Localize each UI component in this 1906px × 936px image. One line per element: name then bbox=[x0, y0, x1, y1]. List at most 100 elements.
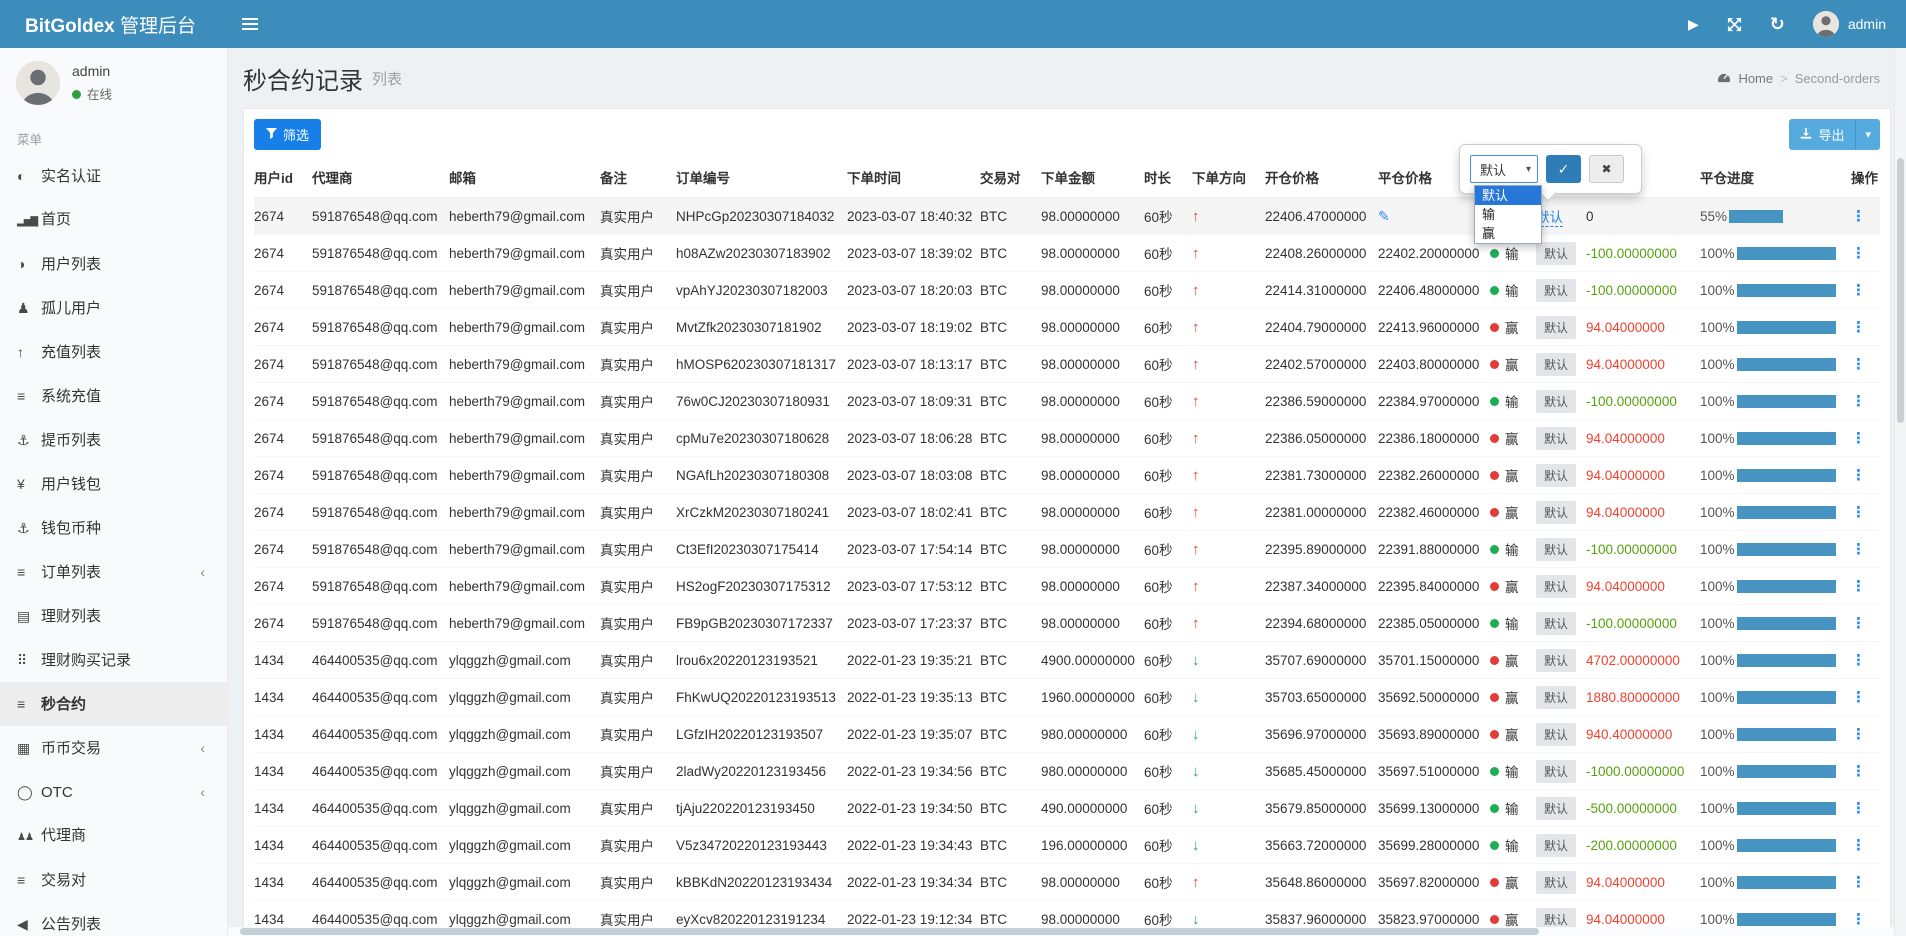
table-panel: 筛选 导出 ▾ 用户id代理商邮箱备注订单编号下单时间交易对下单金额时长下单方向… bbox=[243, 108, 1891, 936]
sidebar-item-system-recharge[interactable]: ≡系统充值 bbox=[0, 374, 227, 418]
row-actions-icon[interactable]: ⋮ bbox=[1851, 208, 1866, 225]
sidebar-item-finance-purchases[interactable]: ⠿理财购买记录 bbox=[0, 638, 227, 682]
row-actions-icon[interactable]: ⋮ bbox=[1851, 800, 1866, 817]
lose-dot-icon bbox=[1490, 249, 1499, 258]
row-actions-icon[interactable]: ⋮ bbox=[1851, 245, 1866, 262]
cell-email: heberth79@gmail.com bbox=[449, 568, 600, 605]
cell-profit: 94.04000000 bbox=[1586, 568, 1700, 605]
table-row: 2674591876548@qq.comheberth79@gmail.com真… bbox=[254, 309, 1880, 346]
row-actions-icon[interactable]: ⋮ bbox=[1851, 578, 1866, 595]
row-actions-icon[interactable]: ⋮ bbox=[1851, 911, 1866, 928]
edit-pencil-icon[interactable]: ✎ bbox=[1378, 208, 1390, 224]
cell-direction: ↑ bbox=[1192, 420, 1265, 457]
result-label: 赢 bbox=[1505, 358, 1519, 373]
row-actions-icon[interactable]: ⋮ bbox=[1851, 874, 1866, 891]
cell-amount: 98.00000000 bbox=[1041, 346, 1144, 383]
cancel-button[interactable]: ✖ bbox=[1589, 155, 1624, 183]
breadcrumb: Home > Second-orders bbox=[1717, 71, 1880, 86]
cell-action: ⋮ bbox=[1851, 531, 1880, 568]
cell-user-id: 2674 bbox=[254, 272, 312, 309]
user-menu[interactable]: admin bbox=[1813, 11, 1886, 37]
sidebar-item-order-list[interactable]: ≡订单列表‹ bbox=[0, 550, 227, 594]
app-logo[interactable]: BitGoldex 管理后台 bbox=[0, 11, 228, 38]
sidebar-item-user-wallet[interactable]: ¥用户钱包 bbox=[0, 462, 227, 506]
brand-bold: BitGoldex bbox=[25, 16, 115, 37]
row-actions-icon[interactable]: ⋮ bbox=[1851, 430, 1866, 447]
sidebar-item-recharge-list[interactable]: ↑充值列表 bbox=[0, 330, 227, 374]
row-actions-icon[interactable]: ⋮ bbox=[1851, 763, 1866, 780]
row-actions-icon[interactable]: ⋮ bbox=[1851, 319, 1866, 336]
cell-amount: 98.00000000 bbox=[1041, 531, 1144, 568]
filter-button[interactable]: 筛选 bbox=[254, 119, 321, 150]
sidebar-item-coin-trade[interactable]: ▦币币交易‹ bbox=[0, 726, 227, 770]
sidebar-item-agents[interactable]: ♟♟代理商 bbox=[0, 814, 227, 858]
row-actions-icon[interactable]: ⋮ bbox=[1851, 504, 1866, 521]
profit-value: 94.04000000 bbox=[1586, 505, 1665, 520]
cell-pair: BTC bbox=[980, 864, 1041, 901]
row-actions-icon[interactable]: ⋮ bbox=[1851, 541, 1866, 558]
profit-value: -100.00000000 bbox=[1586, 616, 1677, 631]
cell-note: 真实用户 bbox=[600, 679, 676, 716]
sidebar-item-second-contract[interactable]: ≡秒合约 bbox=[0, 682, 227, 726]
breadcrumb-home[interactable]: Home bbox=[1738, 71, 1773, 86]
control-select[interactable]: 默认 ▾ bbox=[1470, 155, 1538, 183]
sidebar-item-finance-list[interactable]: ▤理财列表 bbox=[0, 594, 227, 638]
progress-bar bbox=[1737, 765, 1836, 778]
cell-open-price: 22395.89000000 bbox=[1265, 531, 1378, 568]
cell-action: ⋮ bbox=[1851, 716, 1880, 753]
export-dropdown-button[interactable]: ▾ bbox=[1856, 119, 1880, 150]
sidebar-item-announcements[interactable]: ◀公告列表 bbox=[0, 902, 227, 936]
row-actions-icon[interactable]: ⋮ bbox=[1851, 282, 1866, 299]
confirm-button[interactable]: ✓ bbox=[1546, 155, 1581, 183]
horizontal-scrollbar-thumb[interactable] bbox=[240, 928, 1539, 935]
row-actions-icon[interactable]: ⋮ bbox=[1851, 393, 1866, 410]
sidebar-item-real-name-auth[interactable]: ◐实名认证 bbox=[0, 154, 227, 198]
cell-agent: 591876548@qq.com bbox=[312, 383, 449, 420]
cell-pair: BTC bbox=[980, 457, 1041, 494]
circle-o-icon: ◯ bbox=[17, 770, 41, 814]
fullscreen-icon[interactable] bbox=[1727, 17, 1742, 32]
export-button[interactable]: 导出 bbox=[1789, 119, 1856, 150]
vertical-scrollbar-thumb[interactable] bbox=[1897, 158, 1904, 423]
row-actions-icon[interactable]: ⋮ bbox=[1851, 652, 1866, 669]
sidebar-toggle-icon[interactable] bbox=[228, 0, 268, 48]
cell-agent: 591876548@qq.com bbox=[312, 309, 449, 346]
sidebar-item-otc[interactable]: ◯OTC‹ bbox=[0, 770, 227, 814]
sidebar-item-user-list[interactable]: ◑用户列表 bbox=[0, 242, 227, 286]
sidebar-item-wallet-coins[interactable]: ⚓钱包币种 bbox=[0, 506, 227, 550]
row-actions-icon[interactable]: ⋮ bbox=[1851, 726, 1866, 743]
direction-up-icon: ↑ bbox=[1192, 208, 1200, 225]
dropdown-option[interactable]: 默认 bbox=[1475, 186, 1541, 205]
row-actions-icon[interactable]: ⋮ bbox=[1851, 689, 1866, 706]
progress-percent: 100% bbox=[1700, 246, 1735, 261]
sidebar-item-label: OTC bbox=[41, 784, 73, 801]
sidebar-item-orphan-users[interactable]: ♟孤儿用户 bbox=[0, 286, 227, 330]
refresh-icon[interactable]: ↻ bbox=[1770, 14, 1785, 35]
row-actions-icon[interactable]: ⋮ bbox=[1851, 467, 1866, 484]
cell-action: ⋮ bbox=[1851, 642, 1880, 679]
cell-control: 默认 bbox=[1536, 864, 1586, 901]
sidebar-item-withdraw-list[interactable]: ⚓提币列表 bbox=[0, 418, 227, 462]
vertical-scrollbar[interactable] bbox=[1894, 48, 1906, 936]
sidebar-item-trade-pairs[interactable]: ≡交易对 bbox=[0, 858, 227, 902]
dropdown-option[interactable]: 赢 bbox=[1475, 224, 1541, 243]
row-actions-icon[interactable]: ⋮ bbox=[1851, 837, 1866, 854]
play-icon[interactable]: ▶ bbox=[1688, 16, 1699, 33]
table-row: 1434464400535@qq.comylqggzh@gmail.com真实用… bbox=[254, 790, 1880, 827]
cell-note: 真实用户 bbox=[600, 309, 676, 346]
cell-progress: 100% bbox=[1700, 457, 1851, 494]
cell-result: 输 bbox=[1490, 827, 1536, 864]
row-actions-icon[interactable]: ⋮ bbox=[1851, 356, 1866, 373]
cell-direction: ↑ bbox=[1192, 272, 1265, 309]
horizontal-scrollbar[interactable] bbox=[228, 927, 1894, 936]
row-actions-icon[interactable]: ⋮ bbox=[1851, 615, 1866, 632]
cell-profit: 94.04000000 bbox=[1586, 457, 1700, 494]
dropdown-option[interactable]: 输 bbox=[1475, 205, 1541, 224]
select-value: 默认 bbox=[1480, 160, 1506, 179]
lose-dot-icon bbox=[1490, 841, 1499, 850]
sidebar-item-home[interactable]: ▂▅▇首页 bbox=[0, 198, 227, 242]
control-badge: 默认 bbox=[1536, 390, 1576, 413]
sidebar-username: admin bbox=[72, 63, 112, 79]
cell-duration: 60秒 bbox=[1144, 346, 1192, 383]
progress-percent: 100% bbox=[1700, 838, 1735, 853]
